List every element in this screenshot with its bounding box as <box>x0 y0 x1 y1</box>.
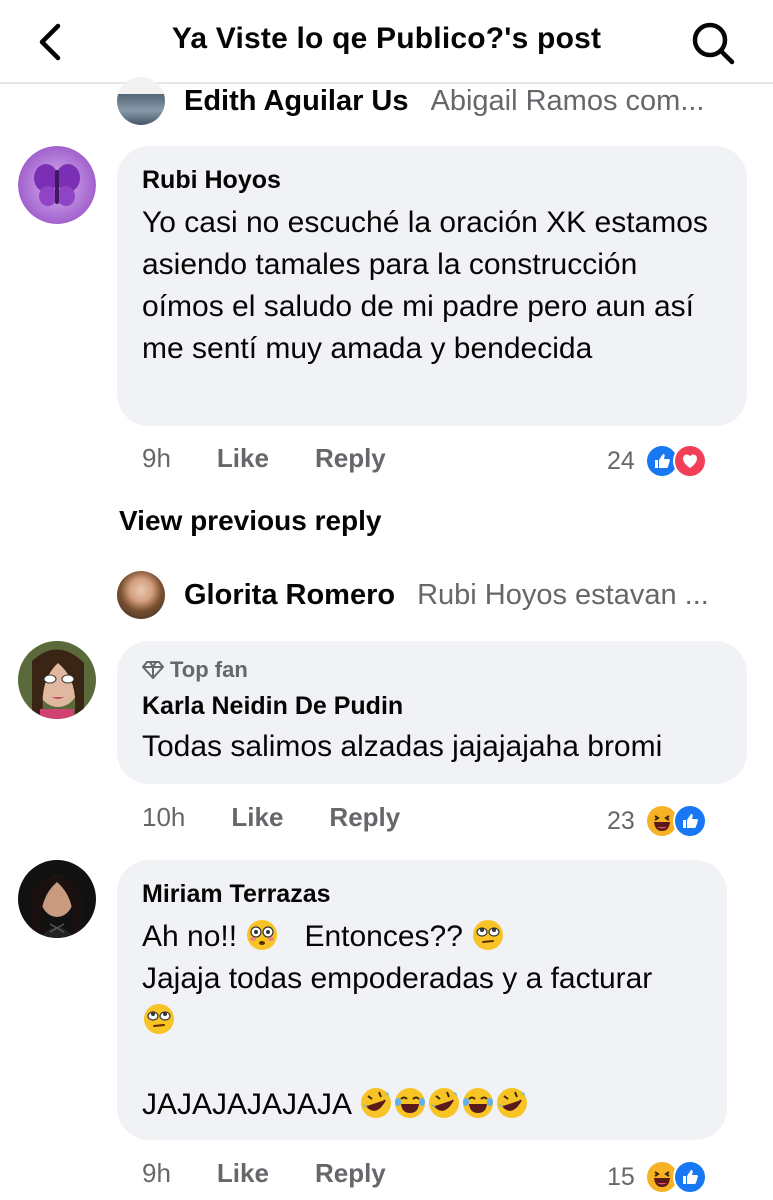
view-previous-reply-link[interactable]: View previous reply <box>119 505 382 537</box>
comment-actions: 9h Like Reply <box>142 1158 432 1189</box>
rofl-emoji-icon <box>428 1088 459 1118</box>
like-button[interactable]: Like <box>231 802 283 833</box>
comment-bubble[interactable]: Rubi Hoyos Yo casi no escuché la oración… <box>117 146 747 426</box>
like-button[interactable]: Like <box>217 443 269 474</box>
avatar <box>117 571 165 619</box>
flushed-emoji-icon <box>247 920 278 950</box>
comment-author[interactable]: Karla Neidin De Pudin <box>142 690 721 722</box>
reply-snippet: Abigail Ramos com... <box>430 84 705 117</box>
eye-roll-emoji-icon <box>144 1004 174 1034</box>
reaction-count: 24 <box>607 446 635 475</box>
profile-photo <box>18 641 96 719</box>
search-icon <box>692 22 735 65</box>
diamond-icon <box>142 661 164 679</box>
eye-roll-emoji-icon <box>473 920 504 950</box>
reply-button[interactable]: Reply <box>315 443 386 474</box>
search-button[interactable] <box>688 18 738 68</box>
reply-author: Glorita Romero <box>184 578 396 611</box>
comment-time[interactable]: 9h <box>142 443 171 474</box>
comment-text-line: Entonces?? <box>304 920 463 953</box>
top-fan-badge: Top fan <box>142 656 721 684</box>
comment-bubble[interactable]: Top fan Karla Neidin De Pudin Todas sali… <box>117 641 747 784</box>
top-bar: Ya Viste lo qe Publico?'s post <box>0 0 773 84</box>
comment-author[interactable]: Miriam Terrazas <box>142 878 701 910</box>
avatar[interactable] <box>18 860 96 938</box>
page-title: Ya Viste lo qe Publico?'s post <box>171 22 602 55</box>
avatar[interactable] <box>18 641 96 719</box>
reaction-count: 15 <box>607 1162 635 1191</box>
reply-preview[interactable]: Edith Aguilar Us Abigail Ramos com... <box>117 76 743 126</box>
butterfly-avatar-image <box>18 146 96 224</box>
avatar[interactable] <box>18 146 96 224</box>
like-button[interactable]: Like <box>217 1158 269 1189</box>
comment-text-line: JAJAJAJAJAJA <box>142 1088 351 1121</box>
reply-button[interactable]: Reply <box>315 1158 386 1189</box>
comment-time[interactable]: 9h <box>142 1158 171 1189</box>
avatar <box>117 77 165 125</box>
rofl-emoji-icon <box>496 1088 527 1118</box>
reaction-count: 23 <box>607 806 635 835</box>
comment-text: Todas salimos alzadas jajajajaha bromi <box>142 730 663 763</box>
reaction-summary[interactable]: 24 <box>607 444 707 478</box>
comment-bubble[interactable]: Miriam Terrazas Ah no!! Entonces?? Jajaj… <box>117 860 727 1140</box>
comment-actions: 10h Like Reply <box>142 802 446 833</box>
joy-emoji-icon <box>462 1088 493 1118</box>
comment-text-line: Jajaja todas empoderadas y a facturar <box>142 962 653 995</box>
comment-actions: 9h Like Reply <box>142 443 432 474</box>
comment-author[interactable]: Rubi Hoyos <box>142 164 721 196</box>
comment-text: Yo casi no escuché la oración XK estamos… <box>142 206 708 365</box>
reply-preview[interactable]: Glorita Romero Rubi Hoyos estavan ... <box>117 570 743 620</box>
love-reaction-icon <box>672 444 707 478</box>
comment-time[interactable]: 10h <box>142 802 185 833</box>
profile-photo <box>18 860 96 938</box>
like-reaction-icon <box>672 1160 707 1194</box>
joy-emoji-icon <box>394 1088 425 1118</box>
reaction-summary[interactable]: 23 <box>607 804 707 838</box>
reaction-summary[interactable]: 15 <box>607 1160 707 1194</box>
reply-button[interactable]: Reply <box>329 802 400 833</box>
comment-text: Ah no!! Entonces?? Jajaja todas empodera… <box>142 916 701 1126</box>
reply-snippet: Rubi Hoyos estavan ... <box>417 578 709 611</box>
top-fan-label: Top fan <box>170 657 248 682</box>
rofl-emoji-icon <box>360 1088 391 1118</box>
like-reaction-icon <box>672 804 707 838</box>
reply-author: Edith Aguilar Us <box>184 84 409 117</box>
comment-text-line: Ah no!! <box>142 920 238 953</box>
